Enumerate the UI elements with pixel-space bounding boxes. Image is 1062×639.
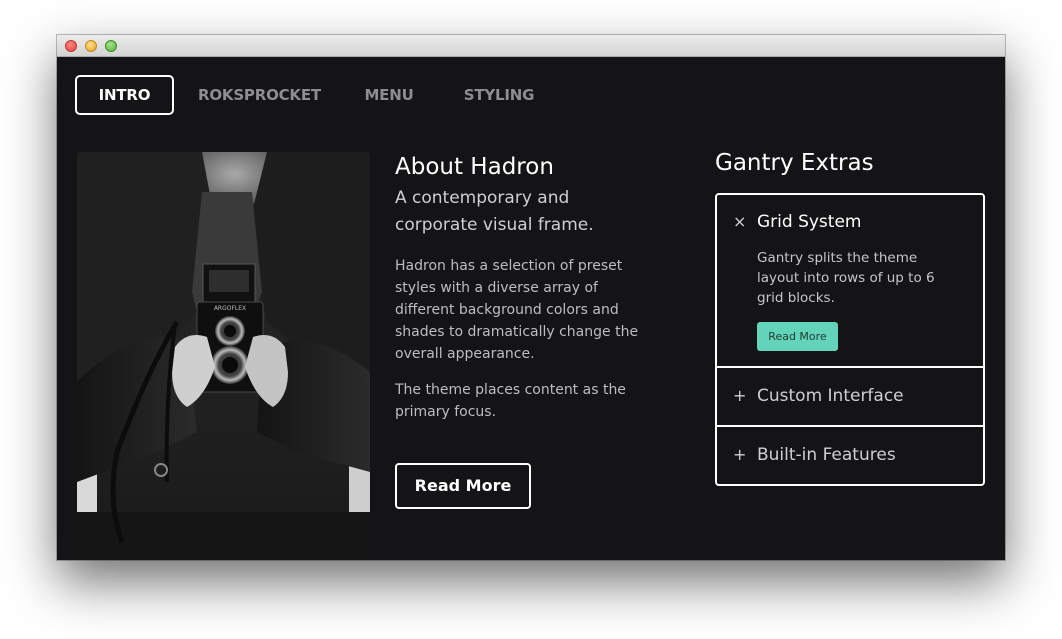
- accordion-title-built-in-features[interactable]: Built-in Features: [757, 445, 896, 465]
- svg-text:ARGOFLEX: ARGOFLEX: [214, 305, 246, 312]
- accordion-body-grid-system: Gantry splits the theme layout into rows…: [757, 250, 935, 306]
- about-title: About Hadron: [395, 154, 554, 180]
- page-content: INTRO ROKSPROCKET MENU STYLING ARGOFLEX …: [57, 57, 1005, 560]
- about-subtitle: A contemporary and corporate visual fram…: [395, 188, 594, 235]
- extras-accordion: × Grid System Gantry splits the theme la…: [715, 193, 985, 486]
- accordion-title-custom-interface[interactable]: Custom Interface: [757, 386, 904, 406]
- minimize-window-button[interactable]: [85, 40, 97, 52]
- read-more-button[interactable]: Read More: [395, 463, 531, 509]
- accordion-item-grid-system: × Grid System Gantry splits the theme la…: [717, 195, 983, 366]
- nav-item-menu[interactable]: MENU: [352, 75, 426, 115]
- close-icon[interactable]: ×: [733, 212, 746, 231]
- about-paragraph-2: The theme places content as the primary …: [395, 382, 626, 420]
- nav-item-styling[interactable]: STYLING: [459, 75, 539, 115]
- plus-icon[interactable]: +: [733, 386, 746, 405]
- zoom-window-button[interactable]: [105, 40, 117, 52]
- extras-title: Gantry Extras: [715, 150, 874, 176]
- window-titlebar: [57, 35, 1005, 57]
- plus-icon[interactable]: +: [733, 445, 746, 464]
- accordion-item-built-in-features[interactable]: + Built-in Features: [717, 427, 983, 484]
- accordion-item-custom-interface[interactable]: + Custom Interface: [717, 368, 983, 425]
- accordion-title-grid-system[interactable]: Grid System: [757, 212, 861, 232]
- close-window-button[interactable]: [65, 40, 77, 52]
- nav-item-intro[interactable]: INTRO: [75, 75, 174, 115]
- about-paragraph-1: Hadron has a selection of preset styles …: [395, 258, 639, 362]
- camera-photo: ARGOFLEX: [77, 152, 370, 560]
- camera-photo-illustration: ARGOFLEX: [77, 152, 370, 560]
- grid-system-read-more-button[interactable]: Read More: [757, 322, 838, 351]
- browser-window: INTRO ROKSPROCKET MENU STYLING ARGOFLEX …: [57, 35, 1005, 560]
- nav-item-roksprocket[interactable]: ROKSPROCKET: [198, 75, 321, 115]
